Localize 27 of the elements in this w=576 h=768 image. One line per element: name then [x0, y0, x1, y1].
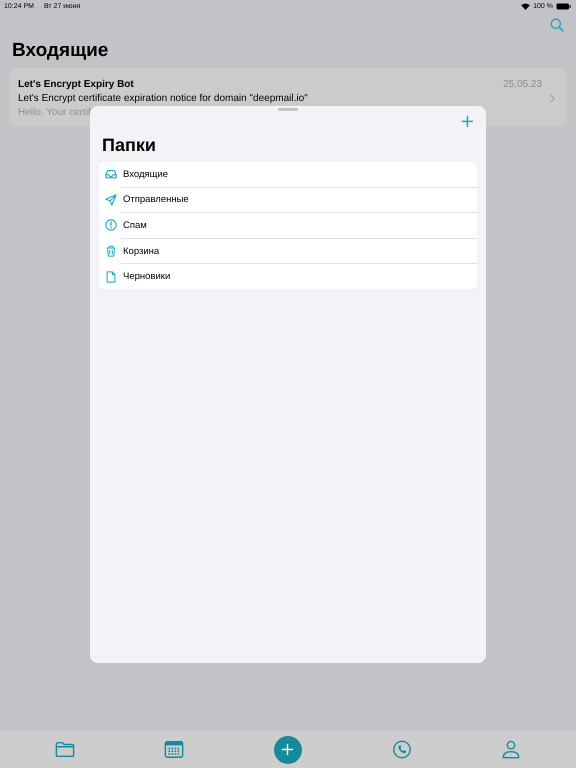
message-date: 25.05.23 [503, 79, 542, 90]
paper-plane-icon [105, 194, 117, 206]
calendar-icon[interactable] [164, 740, 184, 759]
message-sender: Let's Encrypt Expiry Bot [18, 79, 134, 90]
message-preview: Hello, Your certif [18, 107, 91, 118]
phone-icon[interactable] [392, 740, 412, 759]
search-icon[interactable] [550, 18, 564, 32]
grabber-handle[interactable] [278, 108, 298, 111]
message-subject: Let's Encrypt certificate expiration notice for domain "deepmail.io" [18, 93, 309, 104]
chevron-icon [550, 94, 555, 103]
trash-icon [105, 245, 117, 258]
folder-item[interactable]: Корзина [99, 238, 477, 264]
plus-icon [281, 743, 294, 756]
folder-item[interactable]: Входящие [99, 162, 477, 187]
exclamation-icon [105, 219, 117, 232]
folder-icon[interactable] [54, 740, 75, 759]
person-icon[interactable] [501, 740, 522, 759]
page-title: Входящие [12, 40, 110, 62]
folder-item[interactable]: Отправленные [99, 188, 477, 212]
folder-item[interactable]: Спам [99, 213, 477, 238]
folder-item[interactable]: Черновики [99, 264, 477, 289]
document-icon [105, 270, 117, 283]
battery-icon [556, 3, 571, 10]
sheet-title: Папки [102, 135, 157, 156]
compose-button[interactable] [274, 736, 302, 764]
tray-icon [105, 168, 117, 180]
wifi-icon [521, 3, 530, 10]
